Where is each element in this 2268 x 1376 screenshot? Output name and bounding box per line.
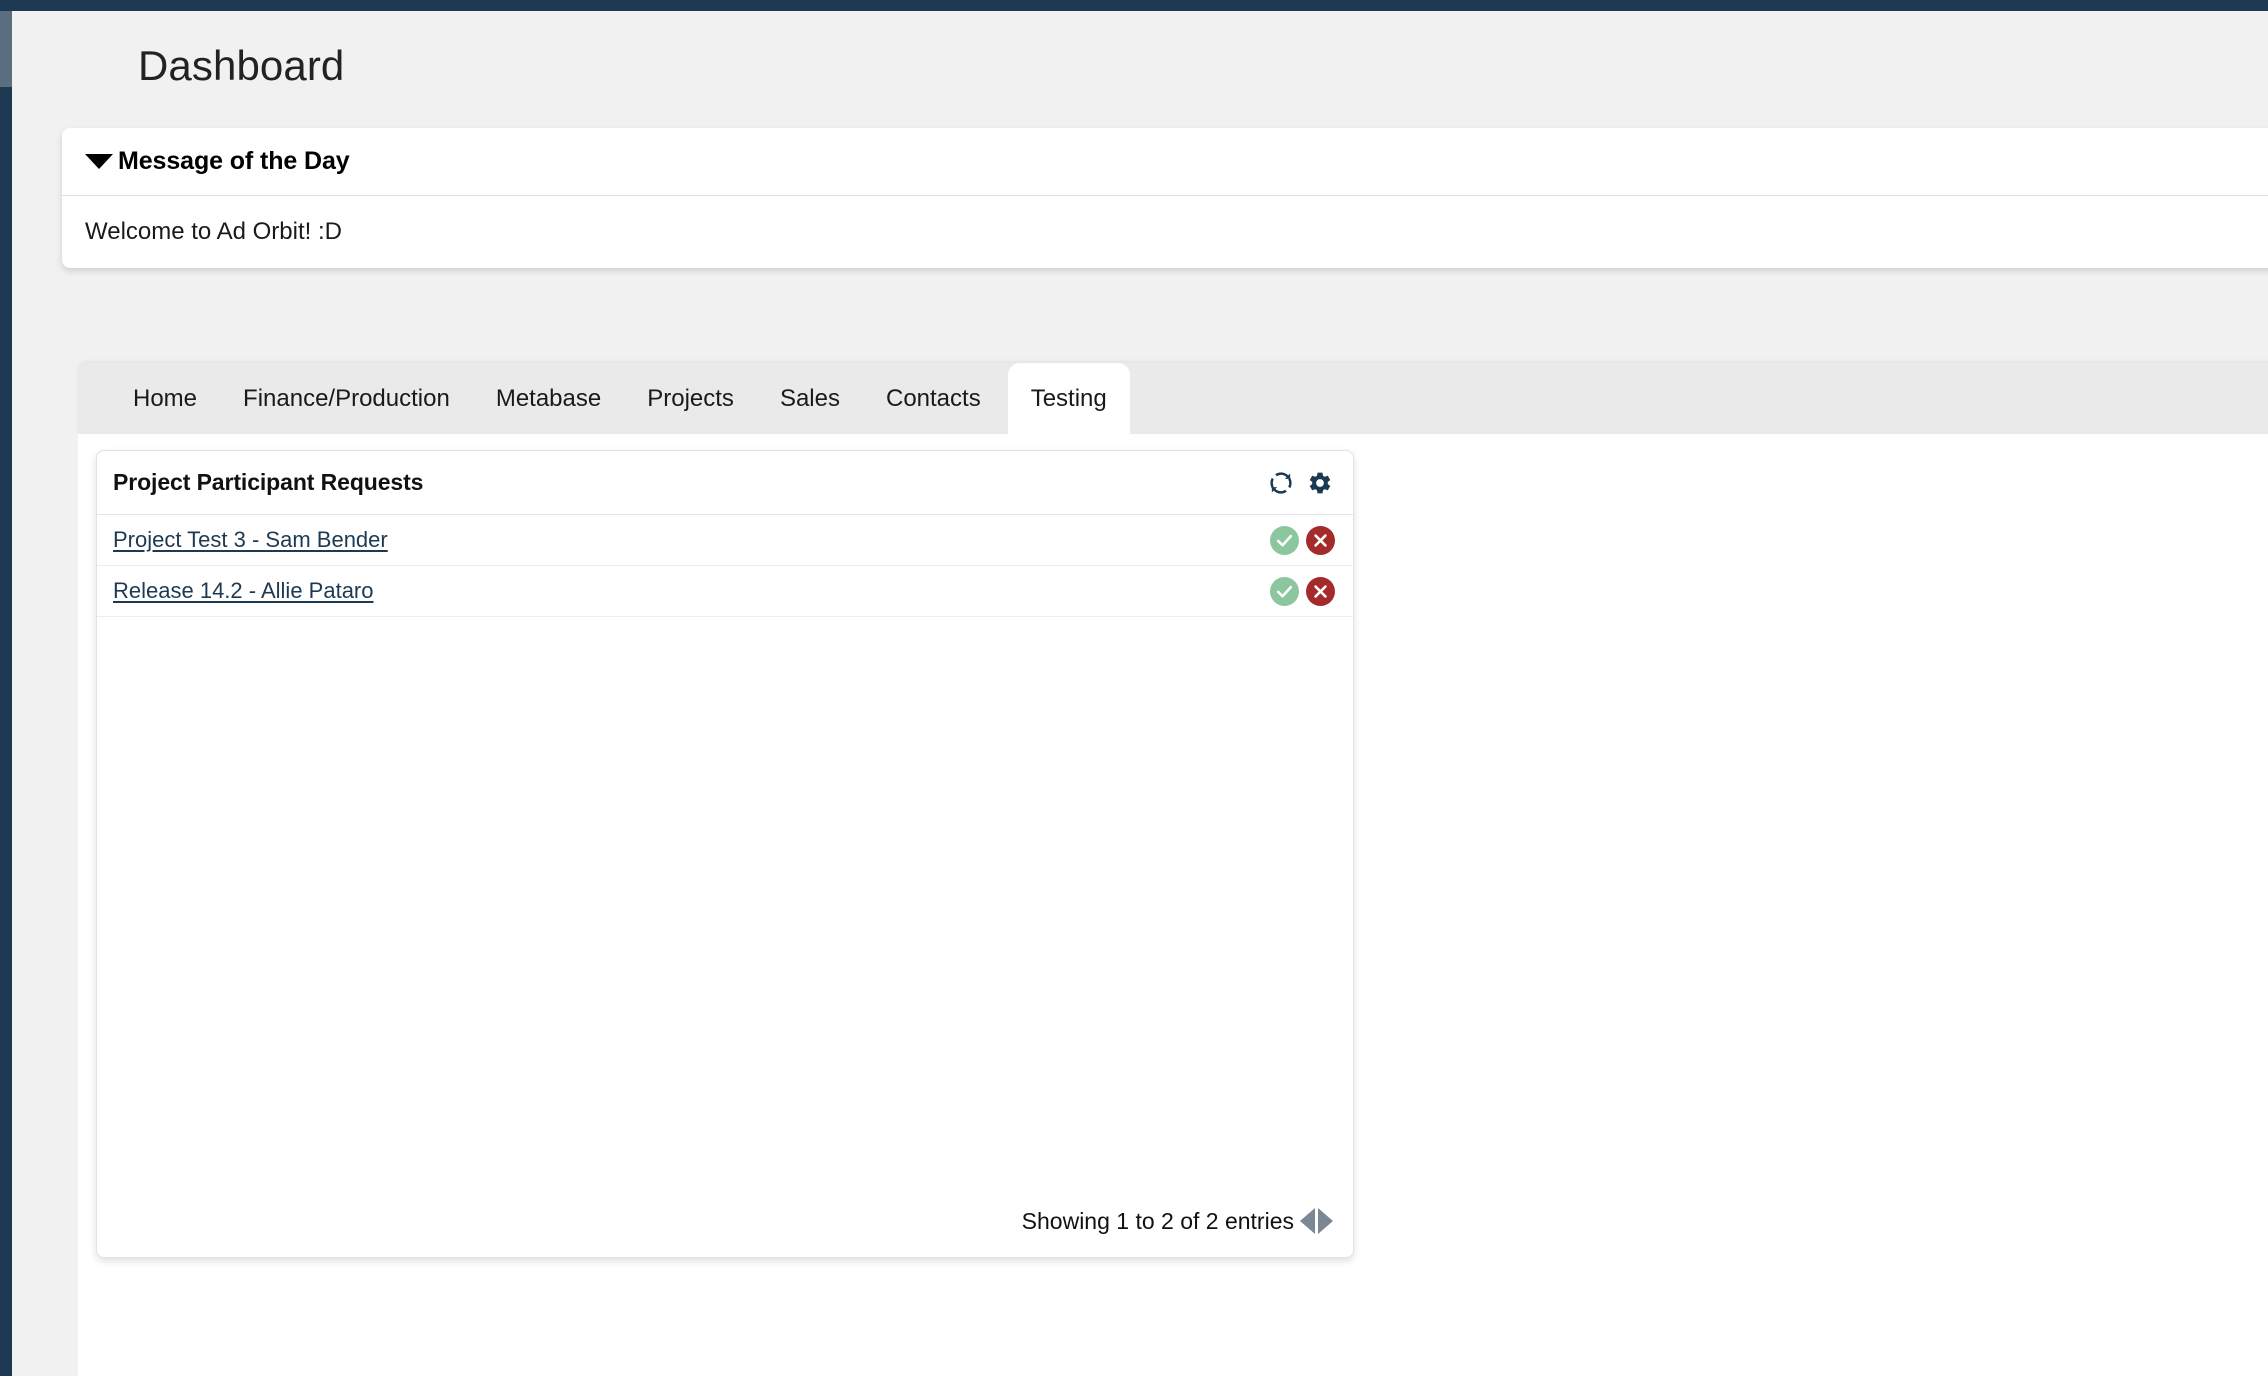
tab-finance-production[interactable]: Finance/Production: [220, 363, 473, 434]
list-empty-space: [97, 617, 1353, 1185]
message-of-the-day-card: Message of the Day Welcome to Ad Orbit! …: [62, 128, 2268, 268]
check-circle-icon[interactable]: [1270, 576, 1299, 606]
x-circle-icon[interactable]: [1306, 525, 1335, 555]
dashboard-tab-panel: Home Finance/Production Metabase Project…: [78, 363, 2268, 1376]
widget-toolbar: [1268, 470, 1333, 496]
widget-title: Project Participant Requests: [113, 469, 424, 495]
check-circle-icon[interactable]: [1270, 525, 1299, 555]
widget-footer: Showing 1 to 2 of 2 entries: [97, 1185, 1353, 1257]
request-link[interactable]: Project Test 3 - Sam Bender: [113, 527, 388, 553]
message-of-the-day-text: Welcome to Ad Orbit! :D: [85, 218, 342, 245]
tab-contacts[interactable]: Contacts: [863, 363, 1004, 434]
x-circle-icon[interactable]: [1306, 576, 1335, 606]
tab-home[interactable]: Home: [110, 363, 220, 434]
row-actions: [1270, 525, 1335, 555]
participant-request-list: Project Test 3 - Sam Bender Release 14.2…: [97, 515, 1353, 1185]
content-area: Dashboard Message of the Day Welcome to …: [12, 11, 2268, 1376]
tab-content-testing: Project Participant Requests Project Tes…: [78, 434, 2268, 1376]
caret-down-icon[interactable]: [85, 154, 113, 169]
message-of-the-day-title: Message of the Day: [118, 147, 350, 175]
app-screen: Dashboard Message of the Day Welcome to …: [0, 0, 2268, 1376]
project-participant-requests-widget: Project Participant Requests Project Tes…: [96, 450, 1354, 1258]
sidebar-rail-active-marker: [0, 11, 12, 87]
message-of-the-day-header[interactable]: Message of the Day: [62, 128, 2268, 196]
refresh-icon[interactable]: [1268, 470, 1294, 496]
gear-icon[interactable]: [1307, 470, 1333, 496]
pagination-controls: [1300, 1208, 1333, 1234]
row-actions: [1270, 576, 1335, 606]
triangle-left-icon[interactable]: [1300, 1208, 1315, 1234]
tab-sales[interactable]: Sales: [757, 363, 863, 434]
entries-summary: Showing 1 to 2 of 2 entries: [1021, 1207, 1294, 1234]
request-link[interactable]: Release 14.2 - Allie Pataro: [113, 578, 374, 604]
sidebar-rail[interactable]: [0, 0, 12, 1376]
list-item: Project Test 3 - Sam Bender: [97, 515, 1353, 566]
tab-projects[interactable]: Projects: [624, 363, 757, 434]
triangle-right-icon[interactable]: [1318, 1208, 1333, 1234]
tab-metabase[interactable]: Metabase: [473, 363, 624, 434]
dashboard-tabs: Home Finance/Production Metabase Project…: [78, 363, 2268, 434]
tab-testing[interactable]: Testing: [1007, 363, 1130, 434]
page-title: Dashboard: [138, 42, 345, 89]
widget-header: Project Participant Requests: [97, 451, 1353, 515]
top-bar: [0, 0, 2268, 11]
list-item: Release 14.2 - Allie Pataro: [97, 566, 1353, 617]
